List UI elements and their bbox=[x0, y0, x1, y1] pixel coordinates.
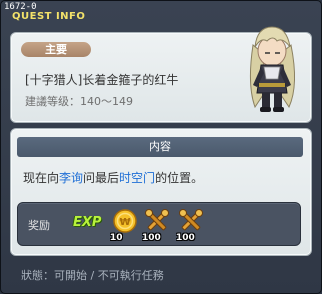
reward-quantity: 10 bbox=[110, 233, 123, 243]
content-text-part: 问最后 bbox=[83, 171, 120, 185]
quest-content-panel: 内容 现在向李询问最后时空门的位置。 奖励 EXP ₩ 10 100 100 bbox=[10, 128, 312, 256]
quest-info-window: 1672-0 QUEST INFO 主要 [十字猎人]长着金箍子的红牛 建議等级… bbox=[0, 0, 322, 294]
reward-box: 奖励 EXP ₩ 10 100 100 bbox=[17, 202, 301, 246]
exp-icon: EXP bbox=[73, 215, 102, 230]
window-title: QUEST INFO bbox=[12, 11, 86, 22]
location-link-time-gate[interactable]: 时空门 bbox=[119, 171, 155, 185]
npc-link-li[interactable]: 李询 bbox=[59, 171, 83, 185]
category-badge: 主要 bbox=[21, 42, 91, 57]
content-description: 现在向李询问最后时空门的位置。 bbox=[23, 169, 203, 186]
reward-item-keys[interactable]: 100 bbox=[176, 207, 206, 243]
reward-item-gold-coin[interactable]: ₩ 10 bbox=[110, 207, 140, 243]
quest-summary-panel: 主要 [十字猎人]长着金箍子的红牛 建議等级：140～149 bbox=[10, 26, 312, 123]
quest-status: 狀態：可開始 / 不可執行任務 bbox=[21, 269, 164, 282]
reward-item-keys[interactable]: 100 bbox=[142, 207, 172, 243]
recommended-level: 建議等级：140～149 bbox=[25, 95, 133, 108]
svg-text:₩: ₩ bbox=[119, 217, 130, 228]
quest-name: [十字猎人]长着金箍子的红牛 bbox=[25, 73, 179, 87]
reward-quantity: 100 bbox=[176, 233, 195, 243]
reward-label: 奖励 bbox=[28, 219, 50, 232]
content-text-part: 的位置。 bbox=[155, 171, 204, 185]
reward-quantity: 100 bbox=[142, 233, 161, 243]
content-header: 内容 bbox=[17, 137, 303, 157]
npc-portrait bbox=[249, 26, 295, 112]
content-text-part: 现在向 bbox=[23, 171, 60, 185]
